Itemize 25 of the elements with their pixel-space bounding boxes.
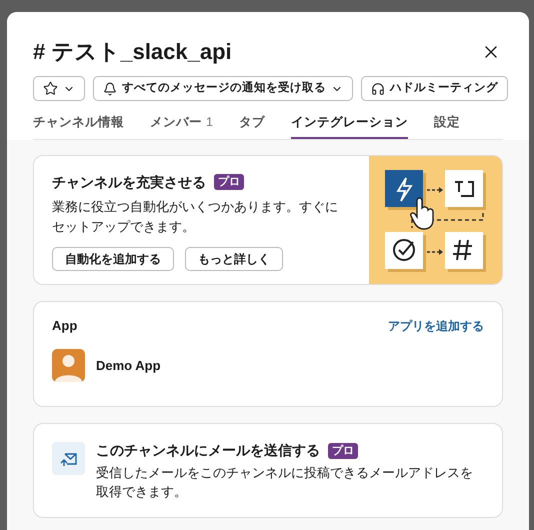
app-name[interactable]: Demo App — [96, 356, 161, 376]
tab[interactable]: チャンネル情報 — [33, 113, 124, 139]
email-title: このチャンネルにメールを送信する — [96, 441, 320, 460]
add-app-link[interactable]: アプリを追加する — [388, 316, 484, 334]
promo-title: チャンネルを充実させる — [52, 172, 206, 192]
email-description: 受信したメールをこのチャンネルに投稿できるメールアドレスを取得できます。 — [96, 464, 474, 502]
tab[interactable]: 設定 — [434, 113, 460, 139]
email-icon — [52, 442, 85, 476]
notification-button[interactable]: すべてのメッセージの通知を受け取る — [93, 76, 353, 101]
headphones-icon — [371, 82, 385, 96]
star-icon — [43, 81, 58, 96]
huddle-button[interactable]: ハドルミーティング — [361, 76, 508, 101]
promo-button[interactable]: もっと詳しく — [185, 246, 283, 271]
tab[interactable]: メンバー 1 — [150, 113, 213, 139]
apps-title: App — [52, 316, 78, 335]
tab[interactable]: インテグレーション — [290, 113, 408, 139]
tab[interactable]: タブ — [238, 113, 265, 139]
pro-badge: プロ — [328, 442, 358, 459]
pro-badge: プロ — [214, 174, 244, 190]
promo-description: 業務に役立つ自動化がいくつかあります。すぐにセットアップできます。 — [52, 198, 339, 236]
avatar-icon — [52, 349, 85, 382]
star-button[interactable] — [33, 76, 85, 101]
promo-button[interactable]: 自動化を追加する — [52, 246, 174, 271]
bell-icon — [103, 82, 117, 96]
channel-title: # テスト_slack_api — [33, 38, 232, 66]
